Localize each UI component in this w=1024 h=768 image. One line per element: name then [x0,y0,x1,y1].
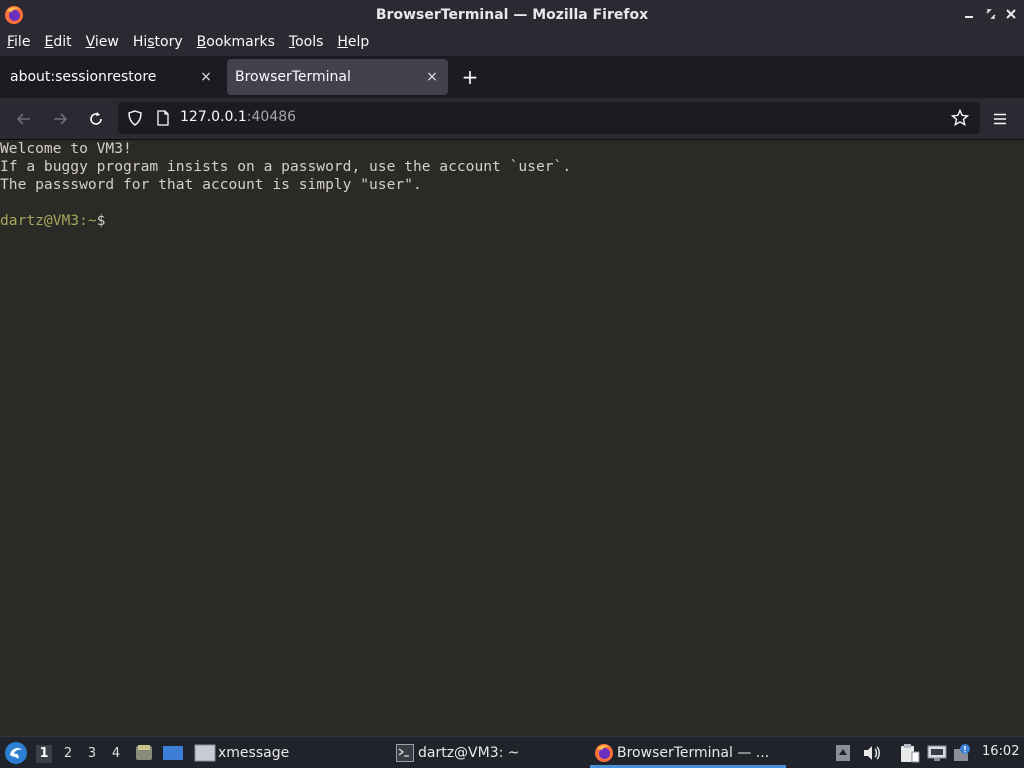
back-button[interactable] [12,107,36,131]
menu-bar: File Edit View History Bookmarks Tools H… [0,30,1024,54]
tray-scroll-button[interactable] [834,737,852,768]
terminal-prompt-line[interactable]: dartz@VM3:~$ [0,212,571,230]
network-button[interactable] [926,737,948,768]
menu-help[interactable]: Help [337,34,369,50]
terminal-prompt-suffix: $ [96,212,106,229]
tab-sessionrestore[interactable]: about:sessionrestore × [0,59,222,95]
close-icon [1006,9,1016,19]
menu-tools[interactable]: Tools [289,34,324,50]
firefox-logo-icon [5,6,23,24]
task-label: BrowserTerminal — ... [617,745,770,761]
task-terminal[interactable]: dartz@VM3: ~ [396,737,520,768]
minimize-icon [965,16,973,18]
desktop-launcher[interactable] [162,737,184,768]
tab-browserterminal[interactable]: BrowserTerminal × [227,59,448,95]
task-firefox[interactable]: BrowserTerminal — ... [594,737,769,768]
task-label: dartz@VM3: ~ [418,745,520,761]
task-xmessage[interactable]: xmessage [194,737,289,768]
taskbar: 1 2 3 4 xmessage dartz@VM3: ~ BrowserTer… [0,736,1024,768]
notification-icon [954,744,970,761]
workspace-3[interactable]: 3 [84,745,100,763]
tab-close-button[interactable]: × [194,69,218,85]
window-icon [194,744,216,762]
menu-view[interactable]: View [86,34,119,50]
new-tab-button[interactable]: + [458,64,482,90]
reload-icon [90,112,102,125]
clipboard-button[interactable] [898,737,920,768]
close-window-button[interactable] [1002,6,1020,24]
shield-icon[interactable] [127,110,143,126]
window-titlebar: BrowserTerminal — Mozilla Firefox [0,0,1024,30]
window-title: BrowserTerminal — Mozilla Firefox [375,7,649,23]
terminal-line: ​ [0,194,571,212]
tab-label: BrowserTerminal [235,69,351,85]
clock: 16:02 [982,744,1020,759]
maximize-button[interactable] [982,6,1000,24]
workspace-1[interactable]: 1 [36,745,52,763]
firefox-icon [595,744,613,762]
tab-bar: about:sessionrestore × BrowserTerminal × [0,56,1024,98]
minimize-button[interactable] [960,6,978,24]
reload-button[interactable] [84,107,108,131]
clipboard-icon [901,744,920,763]
menu-edit[interactable]: Edit [44,34,71,50]
task-label: xmessage [218,745,290,761]
terminal-line: The passsword for that account is simply… [0,176,422,193]
file-manager-icon [136,745,152,760]
back-arrow-icon [16,113,30,125]
terminal-prompt: dartz@VM3:~ [0,212,97,229]
menu-history[interactable]: History [133,34,183,50]
terminal-icon [396,744,414,762]
start-menu-button[interactable] [4,737,28,768]
terminal-line: If a buggy program insists on a password… [0,158,572,175]
workspace-4[interactable]: 4 [108,745,124,763]
url-text: 127.0.0.1:40486 [180,109,297,125]
menu-file[interactable]: File [7,34,30,50]
network-icon [927,745,947,761]
bookmark-star-icon[interactable] [951,109,969,127]
notification-button[interactable] [952,737,972,768]
file-manager-launcher[interactable] [134,737,154,768]
url-bar[interactable]: 127.0.0.1:40486 [118,102,980,134]
menu-bookmarks[interactable]: Bookmarks [197,34,275,50]
page-icon [157,110,169,126]
tab-close-button[interactable]: × [420,69,444,85]
app-menu-button[interactable] [988,107,1012,131]
navigation-bar: 127.0.0.1:40486 [0,98,1024,140]
terminal-output[interactable]: Welcome to VM3! If a buggy program insist… [0,140,571,230]
volume-icon [864,746,880,760]
workspace-2[interactable]: 2 [60,745,76,763]
forward-button[interactable] [48,107,72,131]
start-menu-icon [5,742,27,764]
terminal-line: Welcome to VM3! [0,140,132,157]
tray-up-icon [836,745,850,761]
desktop-icon [163,746,183,760]
maximize-icon [986,9,996,19]
forward-arrow-icon [54,113,68,125]
terminal-page[interactable]: Welcome to VM3! If a buggy program insist… [0,140,1024,736]
hamburger-menu-icon [994,113,1006,125]
volume-button[interactable] [862,737,882,768]
tab-label: about:sessionrestore [10,69,157,85]
